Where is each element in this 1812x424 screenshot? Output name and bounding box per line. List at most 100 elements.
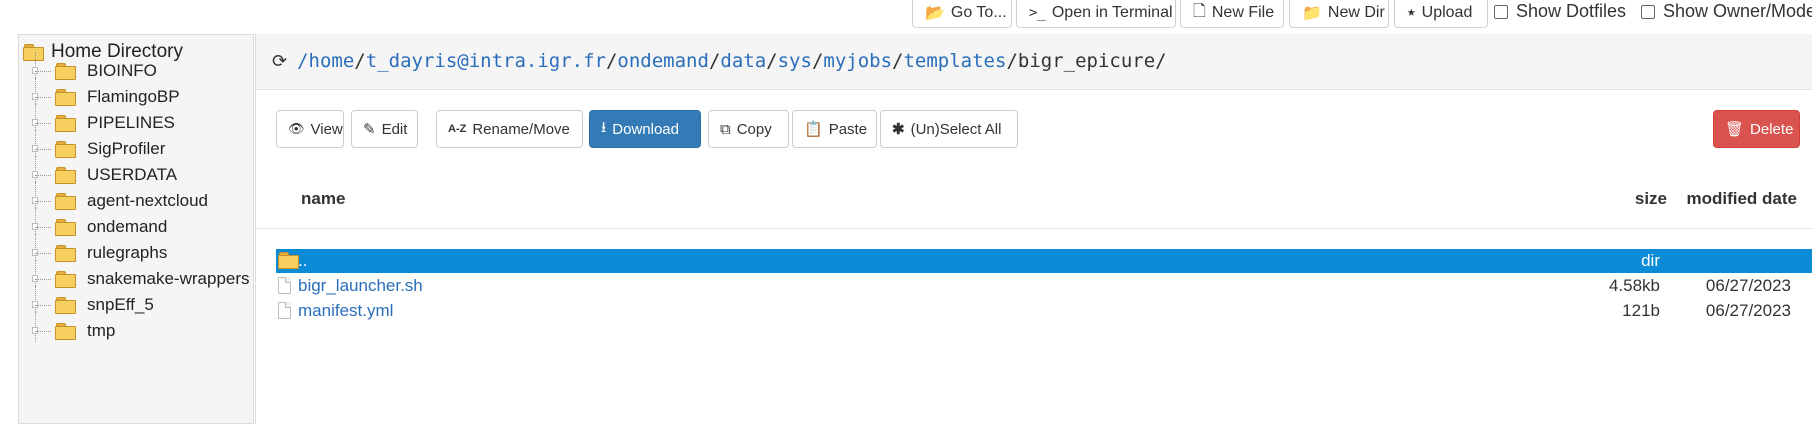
file-icon: [278, 302, 291, 319]
column-header-name[interactable]: name: [301, 189, 345, 209]
rename-move-button[interactable]: A-Z Rename/Move: [436, 110, 583, 148]
download-icon: ⭳: [601, 118, 607, 136]
expand-icon[interactable]: [32, 145, 38, 152]
tree-item-label: snpEff_5: [87, 295, 154, 314]
view-label: View: [310, 120, 343, 138]
folder-icon: [55, 115, 76, 132]
new-file-button[interactable]: 🗋 New File: [1180, 0, 1284, 28]
column-header-modified[interactable]: modified date: [1686, 189, 1797, 209]
folder-icon: 📁: [1302, 5, 1322, 22]
breadcrumb-home[interactable]: /home: [297, 50, 354, 72]
copy-icon: ⧉: [720, 120, 731, 138]
file-size: dir: [1641, 251, 1660, 270]
tree-item-snpeff[interactable]: snpEff_5: [31, 286, 154, 316]
edit-icon: ✎: [363, 121, 376, 138]
tree-item-pipelines[interactable]: PIPELINES: [31, 104, 175, 134]
expand-icon[interactable]: [32, 275, 38, 282]
upload-label: Upload: [1421, 4, 1473, 21]
eye-icon: 👁: [288, 121, 305, 136]
file-size: 121b: [1622, 301, 1660, 320]
breadcrumb-separator: /: [811, 50, 824, 72]
tree-item-bioinfo[interactable]: BIOINFO: [31, 52, 157, 82]
table-row[interactable]: manifest.yml 121b 06/27/2023: [276, 299, 1812, 323]
file-name[interactable]: ..: [298, 251, 307, 271]
breadcrumb-myjobs[interactable]: myjobs: [823, 50, 892, 72]
show-owner-label: Show Owner/Mode: [1663, 1, 1812, 21]
table-row[interactable]: bigr_launcher.sh 4.58kb 06/27/2023: [276, 274, 1812, 298]
breadcrumb-separator: /: [766, 50, 778, 72]
expand-icon[interactable]: [32, 119, 38, 126]
terminal-label: Open in Terminal: [1051, 4, 1173, 21]
file-name[interactable]: manifest.yml: [298, 301, 393, 321]
new-dir-label: New Dir: [1327, 4, 1385, 21]
expand-icon[interactable]: [32, 67, 38, 74]
breadcrumb-data[interactable]: data: [720, 50, 766, 72]
folder-icon: [55, 219, 76, 236]
goto-button[interactable]: 📂 Go To...: [912, 0, 1012, 28]
tree-item-sigprofiler[interactable]: SigProfiler: [31, 130, 165, 160]
folder-icon: [23, 44, 44, 61]
expand-icon[interactable]: [32, 171, 38, 178]
new-file-icon: 🗋: [1193, 2, 1206, 20]
tree-item-tmp[interactable]: tmp: [31, 312, 115, 342]
terminal-icon: >_: [1029, 5, 1046, 21]
copy-button[interactable]: ⧉ Copy: [708, 110, 789, 148]
breadcrumb-separator: /: [892, 50, 904, 72]
tree-item-label: PIPELINES: [87, 113, 175, 132]
new-dir-button[interactable]: 📁 New Dir: [1289, 0, 1389, 28]
select-all-label: (Un)Select All: [910, 120, 1002, 138]
file-icon: [278, 277, 291, 294]
breadcrumb-path: ⟳ /home / t_dayris@intra.igr.fr / ondemand…: [272, 50, 1167, 72]
folder-icon: [55, 141, 76, 158]
directory-tree: Home Directory BIOINFO FlamingoBP PIPELI…: [18, 34, 254, 424]
sort-alpha-icon: A-Z: [448, 123, 467, 135]
tree-item-agent-nextcloud[interactable]: agent-nextcloud: [31, 182, 208, 212]
tree-item-rulegraphs[interactable]: rulegraphs: [31, 234, 167, 264]
edit-button[interactable]: ✎ Edit: [351, 110, 418, 148]
expand-icon[interactable]: [32, 93, 38, 100]
tree-item-label: FlamingoBP: [87, 87, 180, 106]
expand-icon[interactable]: [32, 223, 38, 230]
refresh-icon[interactable]: ⟳: [272, 51, 287, 72]
delete-button[interactable]: 🗑 Delete: [1713, 110, 1800, 148]
breadcrumb-separator: /: [605, 50, 618, 72]
expand-icon[interactable]: [32, 197, 38, 204]
tree-item-label: USERDATA: [87, 165, 178, 184]
breadcrumb-user[interactable]: t_dayris@intra.igr.fr: [366, 50, 606, 72]
header-divider: [256, 228, 1812, 229]
folder-icon: [55, 167, 76, 184]
file-name[interactable]: bigr_launcher.sh: [298, 276, 423, 296]
expand-icon[interactable]: [32, 327, 38, 334]
file-browser-main: ⟳ /home / t_dayris@intra.igr.fr / ondemand…: [255, 34, 1812, 424]
tree-item-flamingobp[interactable]: FlamingoBP: [31, 78, 180, 108]
column-header-size[interactable]: size: [1635, 189, 1667, 209]
breadcrumb-separator: /: [354, 50, 366, 72]
delete-label: Delete: [1750, 120, 1794, 138]
tree-item-label: ondemand: [87, 217, 168, 236]
expand-icon[interactable]: [32, 249, 38, 256]
folder-icon: [55, 63, 76, 80]
upload-button[interactable]: ⭑ Upload: [1394, 0, 1488, 28]
tree-item-label: BIOINFO: [87, 61, 157, 80]
tree-item-snakemake-wrappers[interactable]: snakemake-wrappers: [31, 260, 250, 290]
tree-item-ondemand[interactable]: ondemand: [31, 208, 168, 238]
expand-icon[interactable]: [32, 301, 38, 308]
edit-label: Edit: [381, 120, 408, 138]
paste-button[interactable]: 📋 Paste: [792, 110, 877, 148]
breadcrumb-sys[interactable]: sys: [778, 50, 812, 72]
breadcrumb-templates[interactable]: templates: [903, 50, 1006, 72]
select-all-button[interactable]: ✱ (Un)Select All: [880, 110, 1018, 148]
download-button[interactable]: ⭳ Download: [589, 110, 701, 148]
table-row[interactable]: .. dir: [276, 249, 1812, 273]
folder-icon: [55, 193, 76, 210]
show-dotfiles-toggle[interactable]: Show Dotfiles: [1494, 1, 1626, 22]
tree-item-userdata[interactable]: USERDATA: [31, 156, 178, 186]
show-dotfiles-checkbox[interactable]: [1494, 4, 1508, 19]
open-terminal-button[interactable]: >_ Open in Terminal: [1016, 0, 1176, 28]
view-button[interactable]: 👁 View: [276, 110, 344, 148]
folder-icon: [278, 252, 299, 269]
breadcrumb-current: bigr_epicure/: [1017, 50, 1167, 72]
breadcrumb-ondemand[interactable]: ondemand: [617, 50, 709, 72]
show-owner-toggle[interactable]: Show Owner/Mode: [1641, 1, 1812, 22]
show-owner-checkbox[interactable]: [1641, 4, 1655, 19]
